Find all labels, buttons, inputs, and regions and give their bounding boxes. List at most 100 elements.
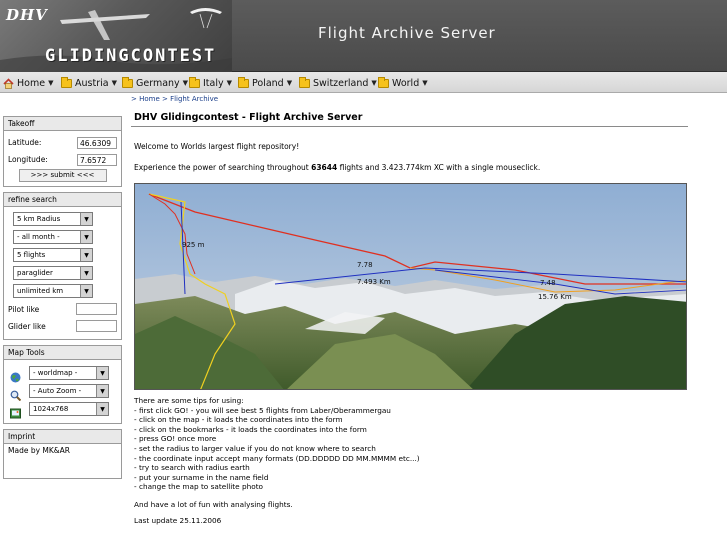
intro-post: flights and 3.423.774km XC with a single…: [337, 163, 541, 172]
logo[interactable]: DHV GLIDINGCONTEST: [0, 0, 232, 72]
imprint-title: Imprint: [4, 430, 121, 444]
imprint-box: Imprint Made by MK&AR: [3, 429, 122, 479]
tip-item: - first click GO! - you will see best 5 …: [134, 405, 391, 415]
caret-down-icon: ▼: [111, 79, 117, 87]
glider-label: Glider like: [8, 321, 46, 331]
page-title: DHV Glidingcontest - Flight Archive Serv…: [131, 109, 688, 127]
top-navigation: Home ▼ Austria ▼ Germany ▼ Italy ▼ Polan…: [0, 72, 727, 93]
zoom-select[interactable]: - Auto Zoom - ▼: [29, 384, 109, 398]
pilot-label: Pilot like: [8, 304, 40, 314]
nav-home[interactable]: Home ▼: [3, 75, 53, 91]
caret-down-icon: ▼: [182, 79, 189, 87]
submit-button[interactable]: >>> submit <<<: [18, 169, 107, 182]
intro-pre: Experience the power of searching throug…: [134, 163, 312, 172]
tip-item: - press GO! once more: [134, 434, 217, 444]
folder-icon: [299, 76, 310, 88]
caret-down-icon: ▼: [48, 79, 54, 87]
flights-count-select-value: 5 flights: [17, 251, 46, 259]
month-select-value: - all month -: [17, 233, 60, 241]
distance-select[interactable]: unlimited km ▼: [13, 284, 93, 298]
glider-type-select[interactable]: paraglider ▼: [13, 266, 93, 280]
zoom-select-value: - Auto Zoom -: [33, 387, 82, 395]
longitude-label: Longitude:: [8, 155, 48, 164]
chevron-down-icon: ▼: [96, 367, 108, 379]
sidebar: Takeoff Latitude: 46.6309 Longitude: 7.6…: [3, 116, 122, 484]
chevron-down-icon: ▼: [80, 213, 92, 225]
folder-icon: [238, 76, 249, 88]
tips-title: There are some tips for using:: [134, 396, 244, 405]
chevron-down-icon: ▼: [96, 385, 108, 397]
tip-item: - put your surname in the name field: [134, 472, 269, 482]
chevron-down-icon: ▼: [96, 403, 108, 415]
pilot-input[interactable]: [76, 303, 117, 315]
flight-3d-image: 925 m 7.78 7.493 Km 7.48 15.76 Km: [134, 183, 687, 390]
map-select-value: - worldmap -: [33, 369, 78, 377]
radius-select[interactable]: 5 km Radius ▼: [13, 212, 93, 226]
resolution-select[interactable]: 1024x768 ▼: [29, 402, 109, 416]
chevron-down-icon: ▼: [80, 267, 92, 279]
intro-text: Experience the power of searching throug…: [131, 163, 540, 172]
flights-count-select[interactable]: 5 flights ▼: [13, 248, 93, 262]
nav-italy[interactable]: Italy ▼: [189, 75, 232, 91]
folder-icon: [189, 76, 200, 88]
breadcrumb[interactable]: > Home > Flight Archive: [131, 95, 218, 103]
distance-select-value: unlimited km: [17, 287, 64, 295]
nav-austria[interactable]: Austria ▼: [61, 75, 117, 91]
nav-switzerland-label: Switzerland: [313, 77, 369, 89]
flight-count: 63644: [311, 163, 338, 172]
caret-down-icon: ▼: [371, 79, 377, 87]
glider-input[interactable]: [76, 320, 117, 332]
nav-austria-label: Austria: [75, 77, 109, 89]
screen-size-icon: [10, 404, 21, 418]
imprint-text: Made by MK&AR: [8, 446, 70, 455]
magnifier-icon: [10, 386, 22, 401]
nav-poland[interactable]: Poland ▼: [238, 75, 292, 91]
nav-poland-label: Poland: [252, 77, 284, 89]
tip-item: - try to search with radius earth: [134, 463, 250, 473]
map-select[interactable]: - worldmap - ▼: [29, 366, 109, 380]
folder-icon: [61, 76, 72, 88]
chevron-down-icon: ▼: [80, 231, 92, 243]
distance-label-1: 7.493 Km: [357, 278, 391, 286]
tip-item: - click on the map - it loads the coordi…: [134, 415, 343, 425]
caret-down-icon: ▼: [422, 79, 428, 87]
nav-italy-label: Italy: [203, 77, 224, 89]
distance-label-2: 15.76 Km: [538, 293, 572, 301]
folder-icon: [378, 76, 389, 88]
speed-label-1: 7.78: [357, 261, 373, 269]
header-title: Flight Archive Server: [318, 24, 496, 42]
takeoff-box: Takeoff Latitude: 46.6309 Longitude: 7.6…: [3, 116, 122, 187]
tips-section: There are some tips for using: - first c…: [134, 396, 420, 525]
logo-dhv-text: DHV: [6, 6, 48, 24]
map-tools-title: Map Tools: [4, 346, 121, 360]
tip-item: - set the radius to larger value if you …: [134, 443, 376, 453]
nav-home-label: Home: [17, 77, 46, 89]
last-update: Last update 25.11.2006: [134, 515, 222, 525]
home-icon: [3, 77, 14, 89]
radius-select-value: 5 km Radius: [17, 215, 61, 223]
fun-text: And have a lot of fun with analysing fli…: [134, 499, 293, 509]
nav-world-label: World: [392, 77, 420, 89]
site-header: DHV GLIDINGCONTEST Flight Archive Server: [0, 0, 727, 72]
refine-search-box: refine search 5 km Radius ▼ - all month -…: [3, 192, 122, 340]
refine-search-title: refine search: [4, 193, 121, 207]
altitude-label: 925 m: [182, 241, 205, 249]
tip-item: - the coordinate input accept many forma…: [134, 453, 420, 463]
logo-name-text: GLIDINGCONTEST: [45, 46, 217, 66]
nav-world[interactable]: World ▼: [378, 75, 428, 91]
speed-label-2: 7.48: [540, 279, 556, 287]
resolution-select-value: 1024x768: [33, 405, 69, 413]
caret-down-icon: ▼: [226, 79, 233, 87]
month-select[interactable]: - all month - ▼: [13, 230, 93, 244]
caret-down-icon: ▼: [286, 79, 293, 87]
nav-switzerland[interactable]: Switzerland ▼: [299, 75, 377, 91]
latitude-label: Latitude:: [8, 138, 42, 147]
nav-germany-label: Germany: [136, 77, 180, 89]
latitude-input[interactable]: 46.6309: [77, 136, 117, 149]
tip-item: - click on the bookmarks - it loads the …: [134, 424, 367, 434]
main-content: DHV Glidingcontest - Flight Archive Serv…: [131, 109, 688, 525]
longitude-input[interactable]: 7.6572: [77, 153, 117, 166]
folder-icon: [122, 76, 133, 88]
tip-item: - change the map to satellite photo: [134, 482, 264, 492]
nav-germany[interactable]: Germany ▼: [122, 75, 188, 91]
